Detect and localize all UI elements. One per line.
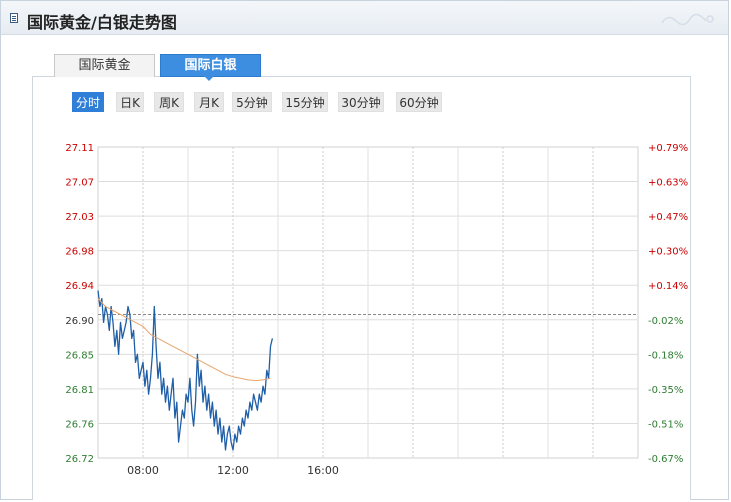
y-tick-label-right: +0.14% [648, 281, 688, 292]
x-tick-label: 08:00 [127, 464, 159, 477]
y-tick-label-left: 26.81 [65, 385, 94, 396]
y-tick-label-right: -0.67% [648, 454, 683, 465]
x-tick-label: 16:00 [307, 464, 339, 477]
x-tick-label: 12:00 [217, 464, 249, 477]
y-tick-label-right: +0.47% [648, 212, 688, 223]
y-tick-label-right: -0.35% [648, 385, 683, 396]
y-tick-label-left: 26.94 [65, 281, 94, 292]
y-tick-label-left: 26.98 [65, 247, 94, 258]
y-tick-label-left: 26.72 [65, 454, 94, 465]
y-tick-label-right: +0.63% [648, 178, 688, 189]
y-tick-label-left: 27.11 [65, 143, 94, 154]
y-tick-label-left: 27.03 [65, 212, 94, 223]
y-tick-label-left: 26.85 [65, 350, 94, 361]
price-chart: 27.11 27.07 27.03 26.98 26.94 26.90 26.85 26.81… [65, 143, 688, 477]
y-tick-label-left: 26.76 [65, 419, 94, 430]
y-tick-label-left: 27.07 [65, 178, 94, 189]
average-price-line [97, 298, 271, 382]
y-tick-label-right: -0.51% [648, 419, 683, 430]
y-tick-label-left: 26.90 [65, 316, 94, 327]
y-tick-label-right: +0.30% [648, 247, 688, 258]
y-tick-label-right: +0.79% [648, 143, 688, 154]
y-tick-label-right: -0.02% [648, 316, 683, 327]
y-tick-label-right: -0.18% [648, 350, 683, 361]
